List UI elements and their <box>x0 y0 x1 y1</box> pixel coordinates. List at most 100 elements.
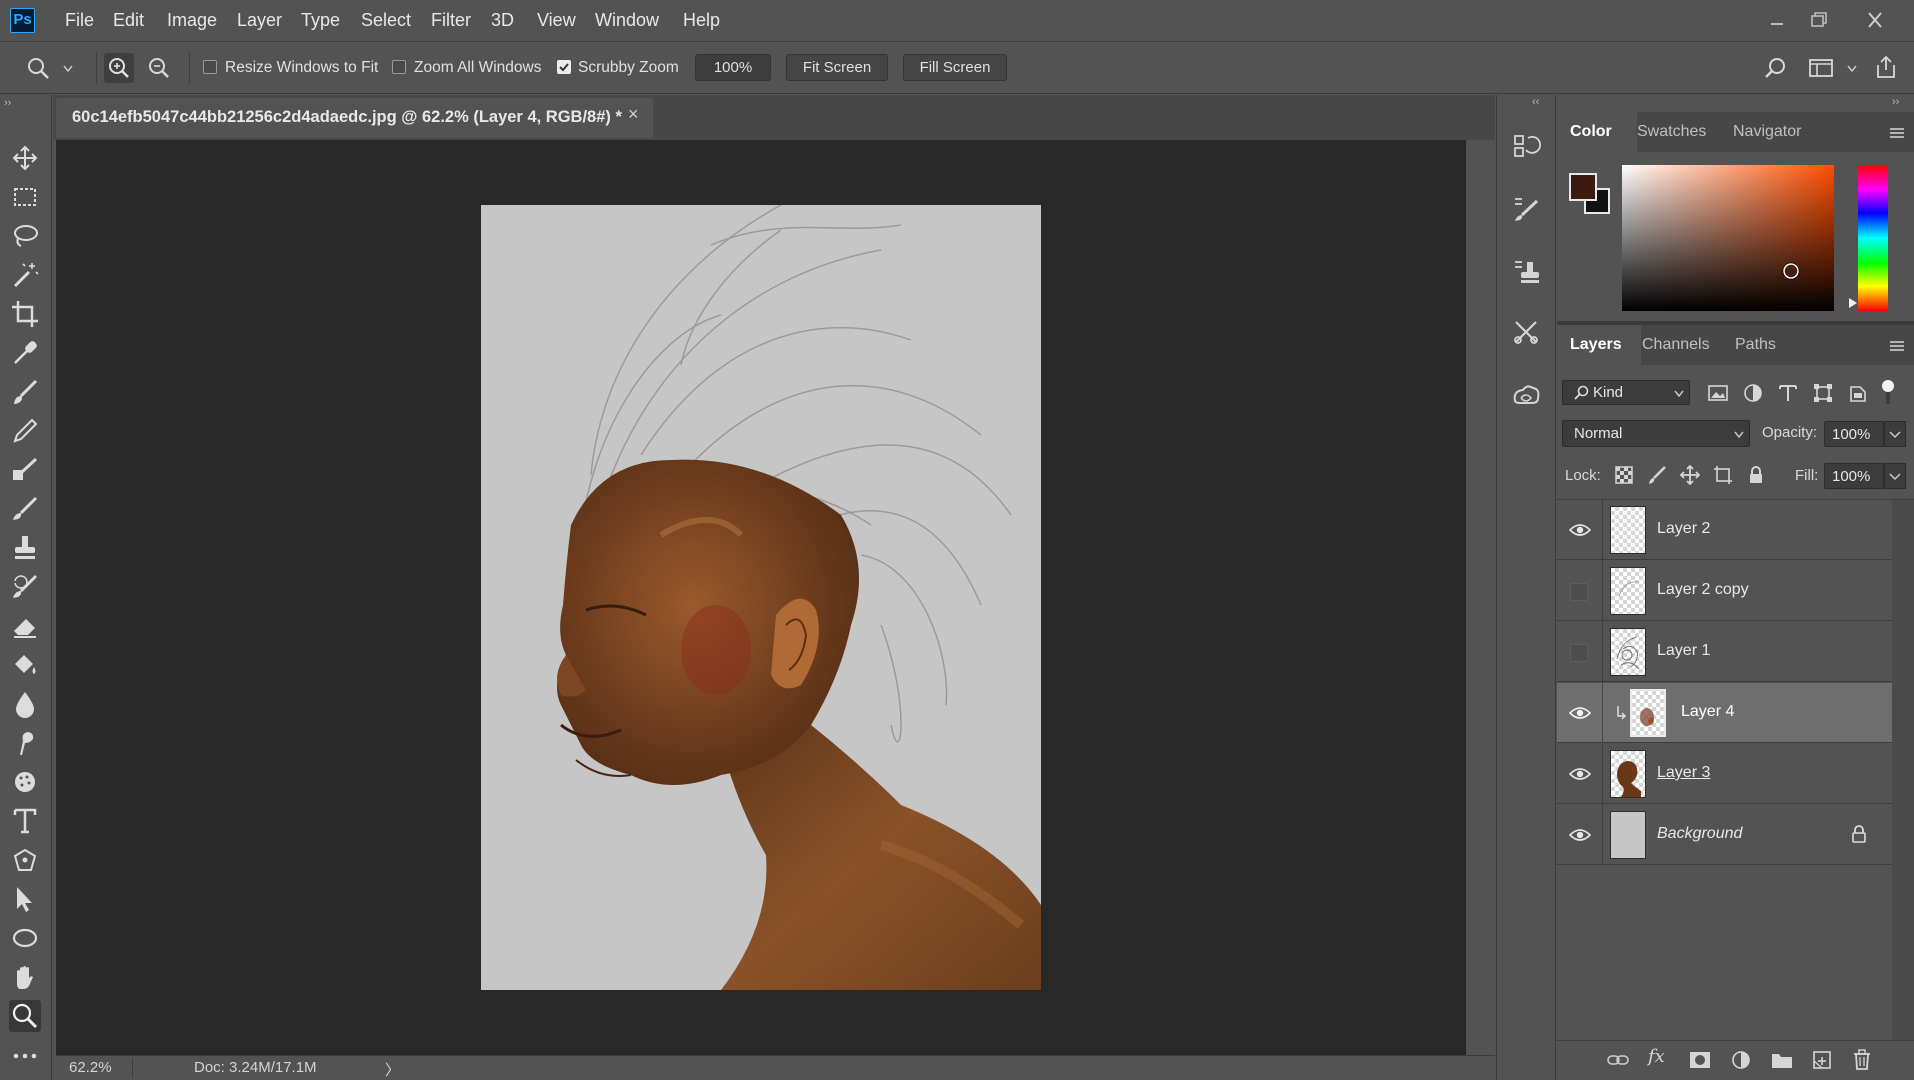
restore-icon[interactable] <box>1801 6 1835 34</box>
color-field[interactable] <box>1622 165 1834 311</box>
color-swatches-fg-bg[interactable] <box>1569 173 1613 217</box>
lock-transparent-pixels-icon[interactable] <box>1614 465 1634 485</box>
hue-slider[interactable] <box>1858 165 1888 311</box>
menu-view[interactable]: View <box>537 10 576 31</box>
visibility-eye-icon[interactable] <box>1569 522 1591 538</box>
zoom-preset-icon[interactable] <box>26 56 50 80</box>
libraries-panel-icon[interactable] <box>1510 379 1542 411</box>
menu-select[interactable]: Select <box>361 10 411 31</box>
fill-dropdown[interactable] <box>1884 463 1906 489</box>
pencil-tool-icon[interactable] <box>9 415 41 447</box>
layer-row-layer-1[interactable]: Layer 1 <box>1557 622 1892 682</box>
clone-stamp-tool-icon[interactable] <box>9 532 41 564</box>
link-layers-icon[interactable] <box>1606 1049 1630 1071</box>
fill-field[interactable]: 100% <box>1824 463 1884 489</box>
new-adjustment-layer-icon[interactable] <box>1730 1049 1754 1071</box>
menu-file[interactable]: File <box>65 10 94 31</box>
sponge-tool-icon[interactable] <box>9 766 41 798</box>
history-panel-icon[interactable] <box>1510 130 1542 162</box>
visibility-toggle-off[interactable] <box>1570 644 1588 662</box>
healing-brush-tool-icon[interactable] <box>9 454 41 486</box>
zoom-all-windows-checkbox[interactable] <box>392 60 406 74</box>
menu-window[interactable]: Window <box>595 10 659 31</box>
adjustment-layer-filter-icon[interactable] <box>1742 382 1764 404</box>
type-tool-icon[interactable] <box>9 805 41 837</box>
fill-screen-button[interactable]: Fill Screen <box>903 54 1007 81</box>
zoom-in-icon[interactable] <box>104 53 134 83</box>
visibility-eye-icon[interactable] <box>1569 766 1591 782</box>
path-selection-tool-icon[interactable] <box>9 883 41 915</box>
history-brush-tool-icon[interactable] <box>9 571 41 603</box>
add-mask-icon[interactable] <box>1688 1049 1712 1071</box>
tab-channels[interactable]: Channels <box>1642 336 1710 354</box>
layer-kind-filter[interactable]: Kind <box>1562 380 1690 405</box>
tab-layers[interactable]: Layers <box>1570 336 1622 354</box>
chevron-down-icon[interactable] <box>62 64 74 74</box>
eraser-tool-icon[interactable] <box>9 610 41 642</box>
blend-mode-select[interactable]: Normal <box>1562 420 1750 447</box>
visibility-eye-icon[interactable] <box>1569 705 1591 721</box>
layer-row-layer-3[interactable]: Layer 3 <box>1557 744 1892 804</box>
tab-navigator[interactable]: Navigator <box>1733 123 1801 141</box>
menu-help[interactable]: Help <box>683 10 720 31</box>
zoom-tool-icon[interactable] <box>9 1000 41 1032</box>
expand-panels-icon[interactable]: ›› <box>1892 96 1899 108</box>
layer-style-icon[interactable]: fx <box>1648 1046 1665 1067</box>
layers-panel-menu-icon[interactable] <box>1888 339 1906 353</box>
opacity-field[interactable]: 100% <box>1824 421 1884 447</box>
ellipse-tool-icon[interactable] <box>9 922 41 954</box>
hue-slider-handle-icon[interactable] <box>1848 297 1858 309</box>
visibility-toggle-off[interactable] <box>1570 583 1588 601</box>
menu-layer[interactable]: Layer <box>237 10 282 31</box>
fit-screen-button[interactable]: Fit Screen <box>786 54 888 81</box>
menu-type[interactable]: Type <box>301 10 340 31</box>
marquee-tool-icon[interactable] <box>9 181 41 213</box>
expand-toolbar-icon[interactable]: ›› <box>4 97 11 109</box>
chevron-down-icon[interactable] <box>1846 64 1858 74</box>
blur-tool-icon[interactable] <box>9 688 41 720</box>
status-zoom-level[interactable]: 62.2% <box>69 1059 112 1076</box>
collapse-dock-icon[interactable]: ‹‹ <box>1532 96 1539 108</box>
brush-settings-panel-icon[interactable] <box>1510 193 1542 225</box>
minimize-icon[interactable] <box>1760 6 1794 34</box>
tab-color[interactable]: Color <box>1570 123 1612 141</box>
new-group-icon[interactable] <box>1770 1049 1794 1071</box>
clone-source-panel-icon[interactable] <box>1510 256 1542 288</box>
artwork-canvas[interactable] <box>481 205 1041 990</box>
pixel-layer-filter-icon[interactable] <box>1707 382 1729 404</box>
delete-layer-icon[interactable] <box>1850 1048 1874 1072</box>
brush-tool-icon[interactable] <box>9 376 41 408</box>
layer-row-layer-4[interactable]: Layer 4 <box>1557 683 1892 743</box>
hand-tool-icon[interactable] <box>9 961 41 993</box>
tool-presets-panel-icon[interactable] <box>1510 316 1542 348</box>
resize-windows-checkbox[interactable] <box>203 60 217 74</box>
mixer-brush-tool-icon[interactable] <box>9 493 41 525</box>
tab-paths[interactable]: Paths <box>1735 336 1776 354</box>
layers-scrollbar[interactable] <box>1892 500 1914 1040</box>
layer-row-layer-2[interactable]: Layer 2 <box>1557 500 1892 560</box>
smudge-tool-icon[interactable] <box>9 727 41 759</box>
visibility-eye-icon[interactable] <box>1569 827 1591 843</box>
foreground-color-swatch[interactable] <box>1569 173 1597 201</box>
smart-object-filter-icon[interactable] <box>1847 382 1869 404</box>
menu-3d[interactable]: 3D <box>491 10 514 31</box>
menu-image[interactable]: Image <box>167 10 217 31</box>
tab-swatches[interactable]: Swatches <box>1637 123 1706 141</box>
eyedropper-tool-icon[interactable] <box>9 337 41 369</box>
shape-layer-filter-icon[interactable] <box>1812 382 1834 404</box>
menu-edit[interactable]: Edit <box>113 10 144 31</box>
menu-filter[interactable]: Filter <box>431 10 471 31</box>
pen-tool-icon[interactable] <box>9 844 41 876</box>
paint-bucket-tool-icon[interactable] <box>9 649 41 681</box>
layer-row-layer-2-copy[interactable]: Layer 2 copy <box>1557 561 1892 621</box>
magic-wand-tool-icon[interactable] <box>9 259 41 291</box>
lock-artboards-icon[interactable] <box>1713 465 1733 485</box>
workspace-icon[interactable] <box>1808 57 1834 79</box>
layer-row-background[interactable]: Background <box>1557 805 1892 865</box>
more-tools-icon[interactable] <box>9 1040 41 1072</box>
opacity-dropdown[interactable] <box>1884 421 1906 447</box>
close-document-icon[interactable]: × <box>628 104 639 125</box>
lock-image-pixels-icon[interactable] <box>1647 465 1667 485</box>
lock-all-icon[interactable] <box>1746 465 1766 485</box>
close-icon[interactable] <box>1858 6 1892 34</box>
